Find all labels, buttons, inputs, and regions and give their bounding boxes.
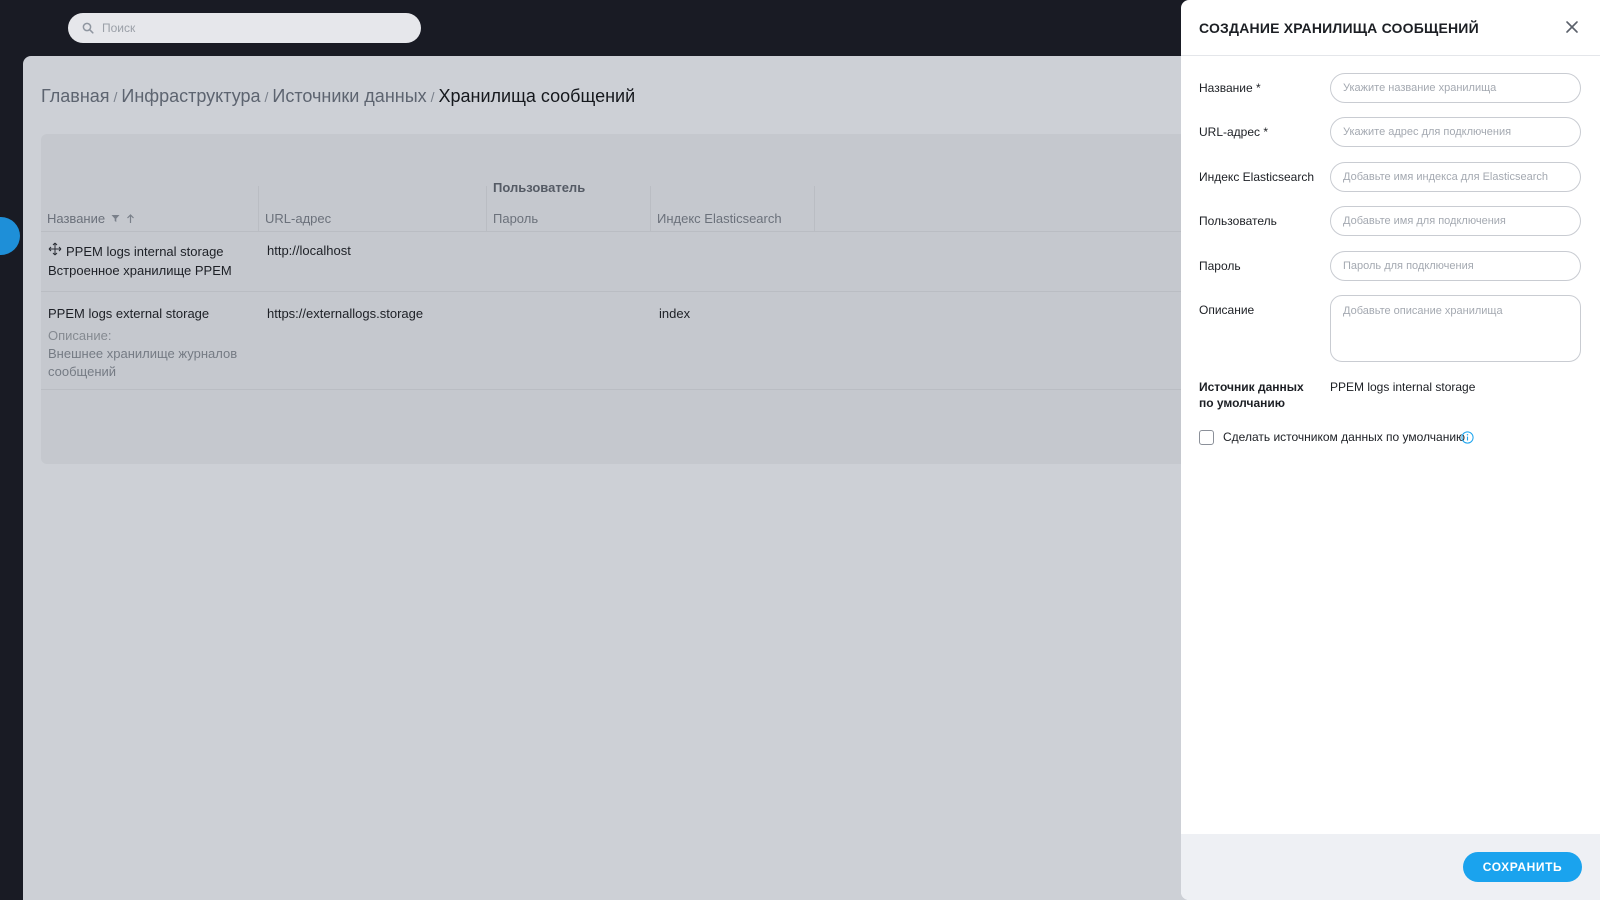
breadcrumb-home[interactable]: Главная xyxy=(41,86,110,106)
column-user-password: Пользователь Пароль xyxy=(487,180,651,232)
breadcrumb-current: Хранилища сообщений xyxy=(438,86,636,106)
column-user: Пользователь xyxy=(493,180,586,195)
password-input[interactable] xyxy=(1330,251,1581,281)
column-url: URL-адрес xyxy=(259,186,487,232)
url-label: URL-адрес * xyxy=(1199,125,1269,139)
table-row[interactable]: PPEM logs internal storage Встроенное хр… xyxy=(41,232,1201,292)
default-source-checkbox-label[interactable]: Сделать источником данных по умолчанию xyxy=(1223,430,1465,444)
row-subtitle: Встроенное хранилище PPEM xyxy=(48,263,232,278)
description-label: Описание xyxy=(1199,303,1255,317)
filter-icon[interactable] xyxy=(111,214,120,223)
search-placeholder: Поиск xyxy=(102,21,136,35)
default-source-value: PPEM logs internal storage xyxy=(1330,380,1476,394)
row-name: PPEM logs internal storage xyxy=(66,244,224,259)
row-url: https://externallogs.storage xyxy=(267,306,424,321)
breadcrumb-data-sources[interactable]: Источники данных xyxy=(272,86,426,106)
save-button[interactable]: СОХРАНИТЬ xyxy=(1463,852,1582,882)
row-description-line: сообщений xyxy=(48,364,117,379)
row-index: index xyxy=(659,306,691,321)
move-icon xyxy=(48,242,62,256)
name-input[interactable] xyxy=(1330,73,1581,103)
sort-up-icon[interactable] xyxy=(126,213,135,224)
name-label: Название * xyxy=(1199,81,1261,95)
drawer-title: СОЗДАНИЕ ХРАНИЛИЩА СООБЩЕНИЙ xyxy=(1199,20,1479,36)
row-description-label: Описание: xyxy=(48,328,112,343)
column-password: Пароль xyxy=(493,211,539,226)
table-header: Название URL-адрес Пользователь Пароль И… xyxy=(41,180,1201,232)
index-input[interactable] xyxy=(1330,162,1581,192)
column-index: Индекс Elasticsearch xyxy=(651,186,815,232)
user-input[interactable] xyxy=(1330,206,1581,236)
info-icon[interactable] xyxy=(1461,431,1474,444)
breadcrumb: Главная / Инфраструктура / Источники данных /… xyxy=(41,86,636,106)
storages-table: Название URL-адрес Пользователь Пароль И… xyxy=(41,134,1201,464)
description-textarea[interactable] xyxy=(1330,295,1581,362)
default-source-checkbox[interactable] xyxy=(1199,430,1214,445)
index-label: Индекс Elasticsearch xyxy=(1199,170,1315,184)
table-row[interactable]: PPEM logs external storage Описание: Вне… xyxy=(41,292,1201,390)
default-source-label: Источник данных по умолчанию xyxy=(1199,380,1304,410)
breadcrumb-infrastructure[interactable]: Инфраструктура xyxy=(121,86,260,106)
row-url: http://localhost xyxy=(267,243,351,258)
drawer-header: СОЗДАНИЕ ХРАНИЛИЩА СООБЩЕНИЙ xyxy=(1181,0,1600,56)
drawer-footer: СОХРАНИТЬ xyxy=(1181,834,1600,900)
close-icon[interactable] xyxy=(1564,19,1580,35)
column-name[interactable]: Название xyxy=(41,186,259,232)
user-label: Пользователь xyxy=(1199,214,1277,228)
row-name: PPEM logs external storage xyxy=(48,306,210,321)
password-label: Пароль xyxy=(1199,259,1241,273)
create-storage-drawer: СОЗДАНИЕ ХРАНИЛИЩА СООБЩЕНИЙ Название * … xyxy=(1181,0,1600,900)
sidebar-toggle-button[interactable] xyxy=(0,217,20,255)
search-icon xyxy=(82,22,94,34)
row-description-line: Внешнее хранилище журналов xyxy=(48,346,238,361)
search-input[interactable]: Поиск xyxy=(68,13,421,43)
url-input[interactable] xyxy=(1330,117,1581,147)
